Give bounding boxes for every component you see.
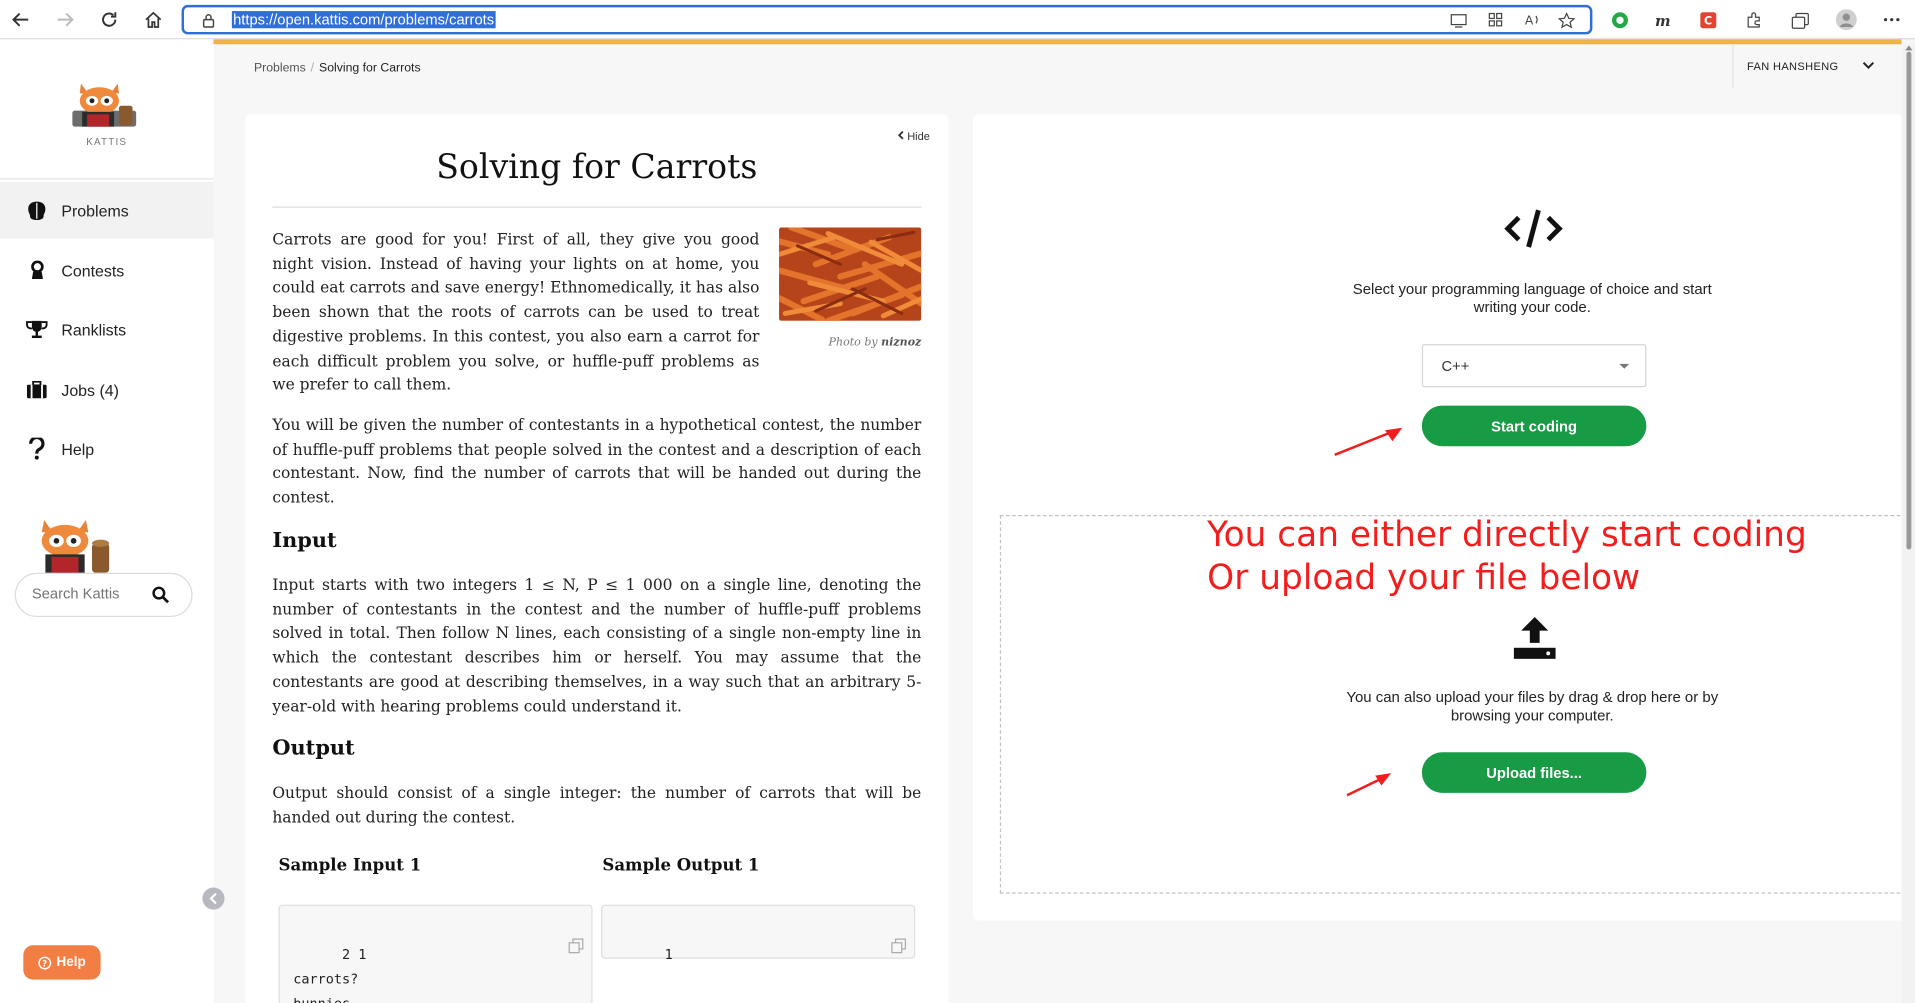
trophy-icon [0,320,61,340]
page-scrollbar[interactable] [1901,44,1915,1003]
sample-input-text: 2 1 carrots? bunnies [293,946,367,1003]
search-input[interactable] [31,585,155,603]
sample-output-heading: Sample Output 1 [602,855,760,876]
browser-toolbar: https://open.kattis.com/problems/carrots… [0,0,1915,40]
sidebar-item-label: Contests [61,261,125,280]
divider [0,178,214,180]
brain-icon [0,200,61,221]
chevron-left-icon [897,130,904,140]
help-button-label: Help [56,955,86,970]
search-icon[interactable] [152,586,170,609]
extension-m-icon[interactable]: m [1650,7,1675,32]
refresh-icon[interactable] [96,6,123,33]
annotation-line-1: You can either directly start coding [1207,513,1807,555]
user-name: FAN HANSHENG [1746,60,1839,73]
sidebar-item-label: Help [61,439,95,458]
more-icon[interactable] [1879,7,1904,32]
briefcase-icon [0,380,61,398]
collapse-sidebar-button[interactable] [202,887,225,910]
read-aloud-icon[interactable]: A [1524,12,1541,34]
breadcrumb-current: Solving for Carrots [319,61,421,75]
problem-card: Hide Solving for Carrots Photo by niznoz… [245,114,949,1003]
breadcrumb-problems[interactable]: Problems [254,61,306,75]
extension-green-icon[interactable] [1607,7,1632,32]
copy-icon[interactable] [826,913,907,987]
home-icon[interactable] [140,6,167,33]
svg-text:C: C [1703,14,1711,27]
sidebar-item-label: Ranklists [61,320,127,339]
svg-text:A: A [1525,14,1534,28]
sidebar: KATTIS Problems Contests Ranklists Jobs … [0,39,214,1003]
svg-text:?: ? [42,959,47,969]
upload-files-button[interactable]: Upload files... [1421,752,1647,793]
photo-credit-link[interactable]: niznoz [881,337,921,349]
user-menu[interactable]: FAN HANSHENG [1732,44,1901,89]
svg-text:m: m [1654,12,1670,29]
forward-icon[interactable] [52,6,79,33]
search-box[interactable] [14,572,193,618]
sidebar-item-problems[interactable]: Problems [0,181,214,239]
sidebar-item-ranklists[interactable]: Ranklists [0,301,213,358]
description-paragraph: You will be given the number of contesta… [272,415,922,507]
apps-icon[interactable] [1487,12,1504,34]
start-coding-button[interactable]: Start coding [1421,405,1647,447]
lock-icon[interactable] [201,12,216,34]
input-heading: Input [272,528,337,554]
output-paragraph: Output should consist of a single intege… [272,783,922,826]
sidebar-item-label: Problems [61,200,129,220]
photo-caption: Photo by niznoz [828,336,922,350]
copy-icon[interactable] [503,913,584,987]
hide-label: Hide [907,130,930,143]
accent-bar [213,39,1902,45]
upload-instructions: You can also upload your files by drag &… [1346,688,1719,724]
breadcrumb-separator: / [310,61,315,75]
sample-output-block[interactable]: 1 [601,904,916,963]
help-button[interactable]: ? Help [23,945,101,980]
sidebar-item-label: Jobs (4) [61,380,119,399]
caret-down-icon [1619,363,1630,369]
annotation-arrow-icon [1334,427,1403,456]
question-circle-icon: ? [38,955,52,969]
upload-icon [1511,615,1558,668]
profile-icon[interactable] [1834,7,1859,32]
back-icon[interactable] [7,6,34,33]
sidebar-item-jobs[interactable]: Jobs (4) [0,361,213,418]
sidebar-item-contests[interactable]: Contests [0,242,213,299]
extension-red-icon[interactable]: C [1695,7,1720,32]
select-language-text: Select your programming language of choi… [1352,280,1712,316]
collections-icon[interactable] [1789,7,1814,32]
input-paragraph: Input starts with two integers 1 ≤ N, P … [272,575,922,715]
carrots-photo [779,227,922,321]
brand-label: KATTIS [86,136,128,148]
annotation-line-2: Or upload your file below [1207,556,1641,598]
intro-paragraph: Carrots are good for you! First of all, … [272,229,760,394]
kattis-logo[interactable] [69,79,140,134]
puzzle-icon[interactable] [1741,7,1766,32]
sidebar-item-help[interactable]: Help [0,420,213,477]
sample-output-text: 1 [664,946,673,963]
cast-icon[interactable] [1450,12,1467,34]
url-text[interactable]: https://open.kattis.com/problems/carrots [231,11,496,29]
hide-button[interactable]: Hide [897,130,930,143]
mascot-image [32,515,120,580]
annotation-arrow-icon [1346,773,1392,797]
code-icon [1504,207,1563,257]
problem-title: Solving for Carrots [436,148,758,187]
favorite-icon[interactable] [1557,12,1576,35]
sample-input-heading: Sample Input 1 [278,855,422,876]
scrollbar-thumb[interactable] [1906,51,1912,550]
sample-input-block[interactable]: 2 1 carrots? bunnies [278,904,593,1003]
address-bar[interactable]: https://open.kattis.com/problems/carrots… [181,4,1593,35]
breadcrumb: Problems / Solving for Carrots [254,61,421,75]
chevron-down-icon [1862,60,1875,72]
language-select[interactable]: C++ [1421,344,1647,388]
question-icon [0,437,61,460]
scroll-up-icon[interactable] [1905,45,1913,51]
trophy-person-icon [0,260,61,281]
divider [272,206,922,208]
language-value: C++ [1441,357,1470,375]
output-heading: Output [272,736,355,761]
